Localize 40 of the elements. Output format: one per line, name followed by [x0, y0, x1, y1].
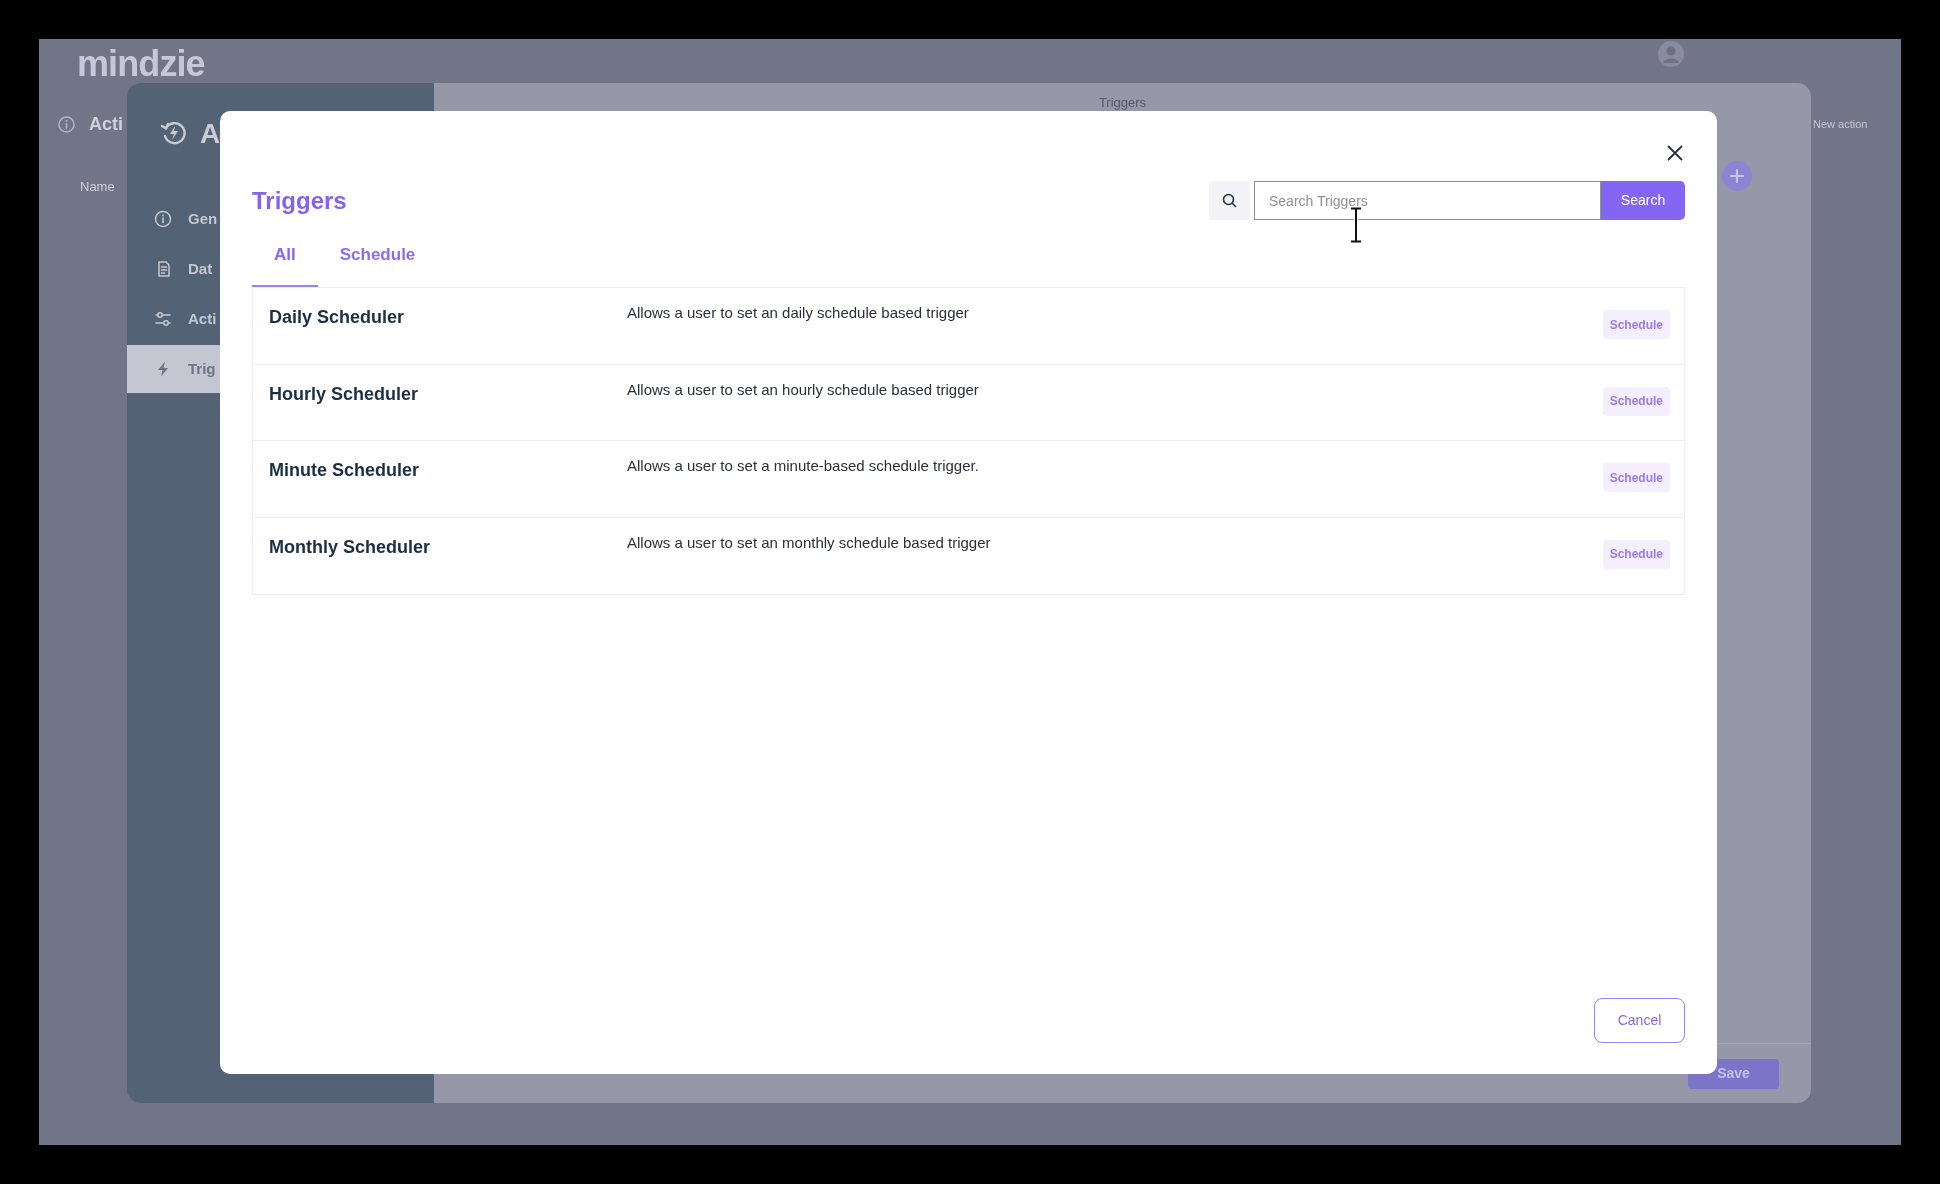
panel-header-title: Triggers [1098, 95, 1147, 112]
dialog-title: Triggers [252, 185, 347, 216]
sliders-icon [154, 310, 172, 328]
info-icon [154, 210, 172, 228]
category-tag: Schedule [1602, 463, 1670, 492]
panel-title: A [200, 119, 221, 149]
trigger-name: Monthly Scheduler [269, 535, 431, 558]
trigger-row[interactable]: Monthly Scheduler Allows a user to set an monthly schedule based trigger Schedule [253, 517, 1684, 594]
trigger-name: Daily Scheduler [269, 306, 406, 328]
trigger-row[interactable]: Minute Scheduler Allows a user to set a minute-based schedule trigger. Schedule [253, 441, 1684, 518]
tab[interactable]: All [252, 233, 318, 287]
new-action-button[interactable]: New action [1813, 117, 1868, 131]
search-button[interactable]: Search [1601, 181, 1685, 220]
page-title: Acti [89, 113, 123, 135]
field-label: Name [80, 179, 115, 195]
logo: mindzie [77, 43, 205, 85]
tab[interactable]: Schedule [317, 233, 438, 287]
trigger-description: Allows a user to set an monthly schedule based trigger [627, 532, 992, 552]
category-tag: Schedule [1602, 310, 1670, 339]
text-cursor-icon [1349, 207, 1363, 243]
trigger-description: Allows a user to set a minute-based schedule trigger. [627, 456, 980, 475]
cancel-button[interactable]: Cancel [1594, 998, 1685, 1043]
sidebar-item[interactable]: Dat [127, 245, 220, 293]
sidebar-item[interactable]: Gen [127, 195, 220, 243]
trigger-name: Hourly Scheduler [269, 382, 420, 405]
sidebar-item[interactable]: Trig [127, 345, 220, 393]
info-icon [58, 116, 75, 133]
trigger-name: Minute Scheduler [269, 459, 421, 481]
search-icon[interactable] [1209, 181, 1250, 220]
close-icon [1667, 145, 1683, 161]
close-button[interactable] [1667, 145, 1683, 161]
trigger-description: Allows a user to set an daily schedule based trigger [627, 303, 970, 322]
trigger-row[interactable]: Daily Scheduler Allows a user to set an daily schedule based trigger Schedule [253, 288, 1684, 365]
search-field[interactable]: Search Triggers [1254, 181, 1601, 220]
sidebar-item[interactable]: Acti [127, 295, 220, 343]
trigger-row[interactable]: Hourly Scheduler Allows a user to set an hourly schedule based trigger Schedule [253, 364, 1684, 441]
refresh-lightning-icon [160, 119, 188, 147]
category-tag: Schedule [1602, 386, 1670, 416]
trigger-description: Allows a user to set an hourly schedule based trigger [627, 379, 980, 399]
category-tag: Schedule [1602, 539, 1670, 569]
